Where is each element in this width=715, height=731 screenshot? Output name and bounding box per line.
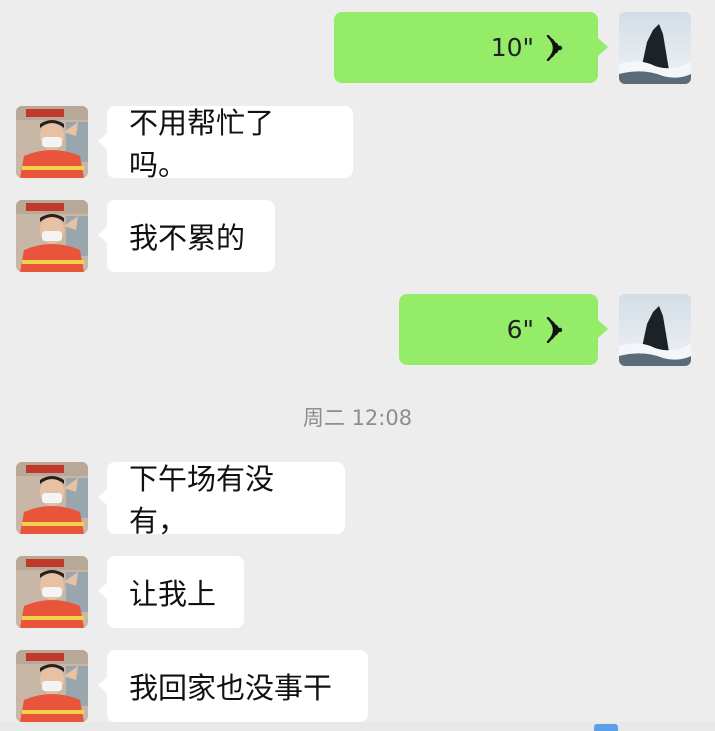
person-avatar xyxy=(16,200,88,272)
text-message-bubble[interactable]: 我不累的 xyxy=(98,200,275,272)
message-text: 我不累的 xyxy=(129,221,246,255)
chat-area: 10" 不用帮忙了吗。 我不累的 6" 周二 12:08 下午场有没有， 让我上… xyxy=(0,0,715,731)
voice-duration: 10" xyxy=(490,33,534,62)
contact-avatar[interactable] xyxy=(16,106,88,178)
chat-timestamp: 周二 12:08 xyxy=(302,406,413,430)
contact-avatar[interactable] xyxy=(16,200,88,272)
voice-duration: 6" xyxy=(506,315,534,344)
text-message-bubble[interactable]: 下午场有没有， xyxy=(98,462,345,538)
text-message-bubble[interactable]: 我回家也没事干 xyxy=(98,650,368,722)
message-text: 我回家也没事干 xyxy=(129,671,333,705)
text-message-bubble[interactable]: 让我上 xyxy=(98,556,244,628)
person-avatar xyxy=(16,462,88,534)
message-text: 下午场有没有， xyxy=(129,462,275,538)
message-text: 不用帮忙了吗。 xyxy=(129,106,275,182)
app-icon-edge xyxy=(594,724,618,731)
voice-wave-icon xyxy=(546,316,563,343)
self-avatar[interactable] xyxy=(619,12,691,84)
mountain-avatar xyxy=(619,12,691,84)
self-avatar[interactable] xyxy=(619,294,691,366)
contact-avatar[interactable] xyxy=(16,556,88,628)
voice-message-bubble[interactable]: 10" xyxy=(334,12,608,83)
mountain-avatar xyxy=(619,294,691,366)
contact-avatar[interactable] xyxy=(16,462,88,534)
contact-avatar[interactable] xyxy=(16,650,88,722)
message-text: 让我上 xyxy=(129,577,217,611)
person-avatar xyxy=(16,556,88,628)
person-avatar xyxy=(16,106,88,178)
person-avatar xyxy=(16,650,88,722)
text-message-bubble[interactable]: 不用帮忙了吗。 xyxy=(98,106,353,182)
voice-wave-icon xyxy=(546,34,563,61)
voice-message-bubble[interactable]: 6" xyxy=(399,294,608,365)
